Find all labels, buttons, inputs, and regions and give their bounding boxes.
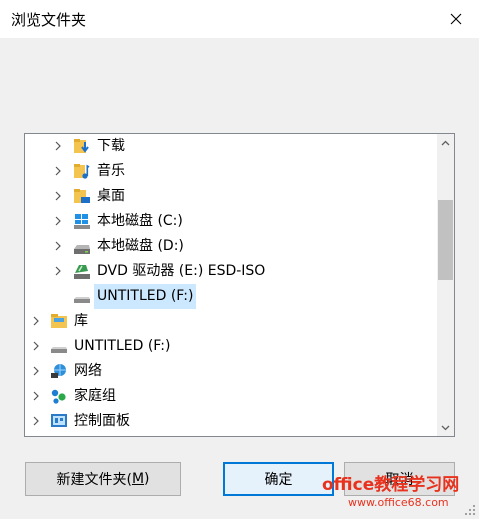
tree-item-downloads[interactable]: 下载 [25,134,439,159]
tree-item-label: UNTITLED (F:) [94,284,197,309]
folder-tree[interactable]: 下载 音乐 桌面 本地磁盘 (C:) 本地磁盘 (D:) DVD 驱动器 (E:… [24,133,455,437]
library-icon [50,312,68,330]
tree-item-untitled-f-selected[interactable]: UNTITLED (F:) [25,284,439,309]
tree-item-label: 控制面板 [74,413,130,429]
dvd-drive-icon [73,262,91,280]
tree-item-label: 库 [74,313,88,329]
desktop-folder-icon [73,187,91,205]
resize-grip-icon[interactable] [464,504,476,516]
control-panel-icon [50,412,68,430]
chevron-down-icon [441,425,450,430]
title-bar: 浏览文件夹 [0,0,479,38]
scroll-thumb[interactable] [438,200,453,280]
tree-item-label: 家庭组 [74,388,116,404]
tree-item-dvd-drive[interactable]: DVD 驱动器 (E:) ESD-ISO [25,259,439,284]
tree-item-label: 桌面 [97,188,125,204]
tree-item-label: 网络 [74,363,102,379]
tree-item-label: 本地磁盘 (D:) [97,238,184,254]
watermark-main: office教程学习网 [322,475,460,495]
tree-item-drive-c[interactable]: 本地磁盘 (C:) [25,209,439,234]
new-folder-label-prefix: 新建文件夹( [56,472,132,488]
network-icon [50,362,68,380]
downloads-folder-icon [73,137,91,155]
scroll-up-button[interactable] [437,134,454,151]
removable-drive-icon [50,337,68,355]
close-icon [450,13,462,25]
ok-button[interactable]: 确定 [223,462,334,496]
tree-item-label: 本地磁盘 (C:) [97,213,183,229]
removable-drive-icon [73,287,91,305]
window-title: 浏览文件夹 [11,11,87,29]
windows-drive-icon [73,212,91,230]
watermark: office教程学习网 www.office68.com [322,470,472,516]
homegroup-icon [50,387,68,405]
chevron-right-icon[interactable] [53,265,63,277]
tree-item-drive-d[interactable]: 本地磁盘 (D:) [25,234,439,259]
scroll-down-button[interactable] [437,419,454,436]
chevron-right-icon[interactable] [53,140,63,152]
watermark-sub: www.office68.com [348,496,449,509]
tree-item-music[interactable]: 音乐 [25,159,439,184]
chevron-up-icon [441,140,450,145]
new-folder-button[interactable]: 新建文件夹(M) [25,462,181,496]
tree-item-desktop[interactable]: 桌面 [25,184,439,209]
tree-item-label: UNTITLED (F:) [74,338,171,354]
vertical-scrollbar[interactable] [437,134,454,436]
close-button[interactable] [433,0,479,38]
ok-label: 确定 [264,472,293,488]
tree-item-label: 音乐 [97,163,125,179]
tree-item-homegroup[interactable]: 家庭组 [25,384,439,409]
chevron-right-icon[interactable] [53,165,63,177]
chevron-right-icon[interactable] [31,365,41,377]
drive-icon [73,237,91,255]
chevron-right-icon[interactable] [53,190,63,202]
chevron-right-icon[interactable] [53,240,63,252]
chevron-right-icon[interactable] [31,315,41,327]
tree-item-untitled-f[interactable]: UNTITLED (F:) [25,334,439,359]
chevron-right-icon[interactable] [31,390,41,402]
new-folder-accelerator: M [131,471,145,487]
tree-item-label: 下载 [97,138,125,154]
tree-item-control-panel[interactable]: 控制面板 [25,409,439,434]
tree-item-network[interactable]: 网络 [25,359,439,384]
music-folder-icon [73,162,91,180]
chevron-right-icon[interactable] [31,415,41,427]
tree-item-label: DVD 驱动器 (E:) ESD-ISO [97,263,266,279]
chevron-right-icon[interactable] [53,215,63,227]
chevron-right-icon[interactable] [31,340,41,352]
tree-item-libraries[interactable]: 库 [25,309,439,334]
new-folder-label-suffix: ) [144,471,150,487]
